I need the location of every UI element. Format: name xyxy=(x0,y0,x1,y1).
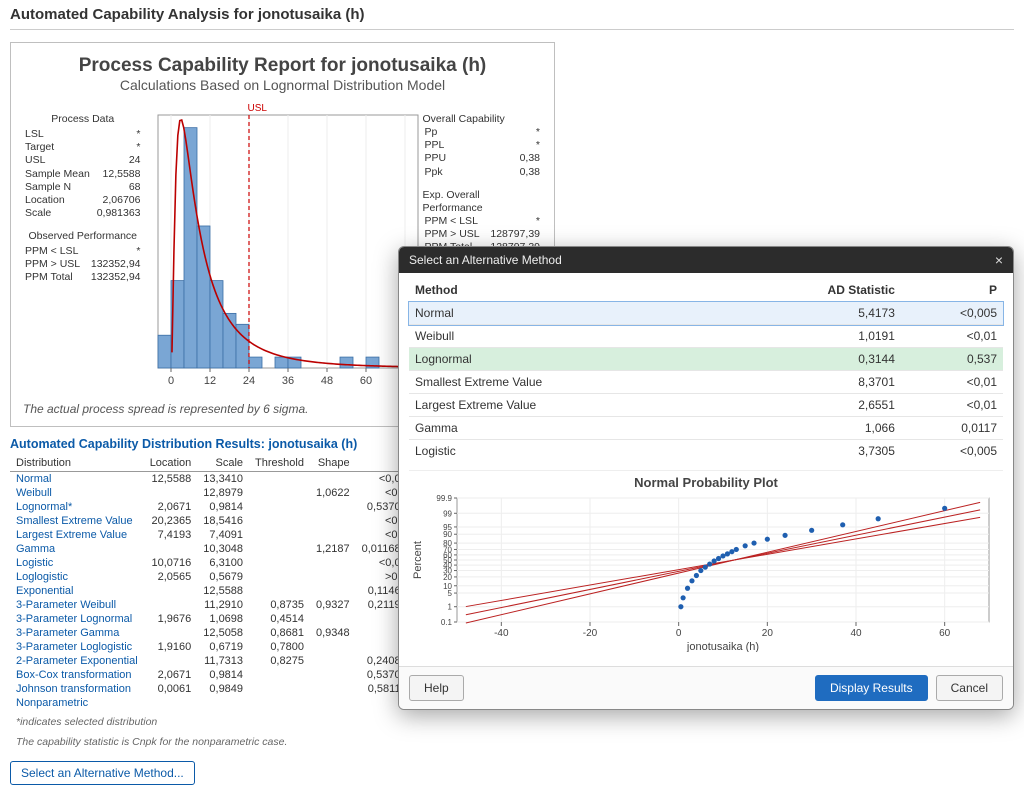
close-icon[interactable]: × xyxy=(995,253,1003,267)
svg-text:12: 12 xyxy=(203,375,215,387)
method-row[interactable]: Logistic3,7305<0,005 xyxy=(409,440,1003,463)
footnote-cnpk: The capability statistic is Cnpk for the… xyxy=(16,736,1014,750)
observed-perf-title: Observed Performance xyxy=(23,230,143,243)
svg-text:0: 0 xyxy=(167,375,173,387)
svg-text:60: 60 xyxy=(359,375,371,387)
svg-text:99.9: 99.9 xyxy=(436,494,452,503)
svg-text:95: 95 xyxy=(443,523,452,532)
histogram-chart: USL 0122436486072 xyxy=(143,103,423,398)
observed-perf-table: PPM < LSL*PPM > USL132352,94PPM Total132… xyxy=(23,245,143,284)
exp-perf-title: Exp. Overall Performance xyxy=(423,189,543,215)
report-subtitle: Calculations Based on Lognormal Distribu… xyxy=(23,77,542,93)
svg-text:20: 20 xyxy=(762,628,774,639)
method-row[interactable]: Weibull1,0191<0,01 xyxy=(409,325,1003,348)
svg-text:48: 48 xyxy=(320,375,332,387)
divider xyxy=(10,29,1014,30)
footnote-selected: *indicates selected distribution xyxy=(16,716,1014,730)
probability-plot-title: Normal Probability Plot xyxy=(409,475,1003,490)
svg-text:0: 0 xyxy=(676,628,682,639)
method-row[interactable]: Gamma1,0660,0117 xyxy=(409,417,1003,440)
method-row[interactable]: Smallest Extreme Value8,3701<0,01 xyxy=(409,371,1003,394)
cancel-button[interactable]: Cancel xyxy=(936,675,1003,701)
overall-cap-title: Overall Capability xyxy=(423,113,543,126)
svg-text:-20: -20 xyxy=(583,628,598,639)
process-data-table: LSL*Target*USL24Sample Mean12,5588Sample… xyxy=(23,128,143,220)
svg-text:Percent: Percent xyxy=(412,541,424,579)
overall-cap-table: Pp*PPL*PPU0,38Ppk0,38 xyxy=(423,126,543,179)
page-title: Automated Capability Analysis for jonotu… xyxy=(10,6,1014,23)
methods-table[interactable]: MethodAD StatisticPNormal5,4173<0,005Wei… xyxy=(409,279,1003,462)
svg-text:60: 60 xyxy=(939,628,951,639)
probability-plot: 0.115102030405060708090959999.9Percent-4… xyxy=(409,492,999,652)
usl-label: USL xyxy=(248,103,267,114)
dialog-title: Select an Alternative Method xyxy=(409,253,562,267)
select-alternative-method-button[interactable]: Select an Alternative Method... xyxy=(10,761,195,785)
select-method-dialog: Select an Alternative Method × MethodAD … xyxy=(398,246,1014,710)
report-title: Process Capability Report for jonotusaik… xyxy=(23,55,542,77)
svg-text:0.1: 0.1 xyxy=(441,618,453,627)
method-row[interactable]: Lognormal0,31440,537 xyxy=(409,348,1003,371)
svg-text:24: 24 xyxy=(242,375,254,387)
svg-text:40: 40 xyxy=(850,628,862,639)
svg-text:jonotusaika (h): jonotusaika (h) xyxy=(686,641,759,652)
svg-text:-40: -40 xyxy=(494,628,509,639)
svg-text:1: 1 xyxy=(448,603,453,612)
svg-text:80: 80 xyxy=(443,539,452,548)
help-button[interactable]: Help xyxy=(409,675,464,701)
method-row[interactable]: Largest Extreme Value2,6551<0,01 xyxy=(409,394,1003,417)
display-results-button[interactable]: Display Results xyxy=(815,675,928,701)
svg-text:36: 36 xyxy=(281,375,293,387)
process-data-title: Process Data xyxy=(23,113,143,126)
method-row[interactable]: Normal5,4173<0,005 xyxy=(409,302,1003,325)
svg-text:10: 10 xyxy=(443,582,452,591)
svg-text:99: 99 xyxy=(443,509,452,518)
